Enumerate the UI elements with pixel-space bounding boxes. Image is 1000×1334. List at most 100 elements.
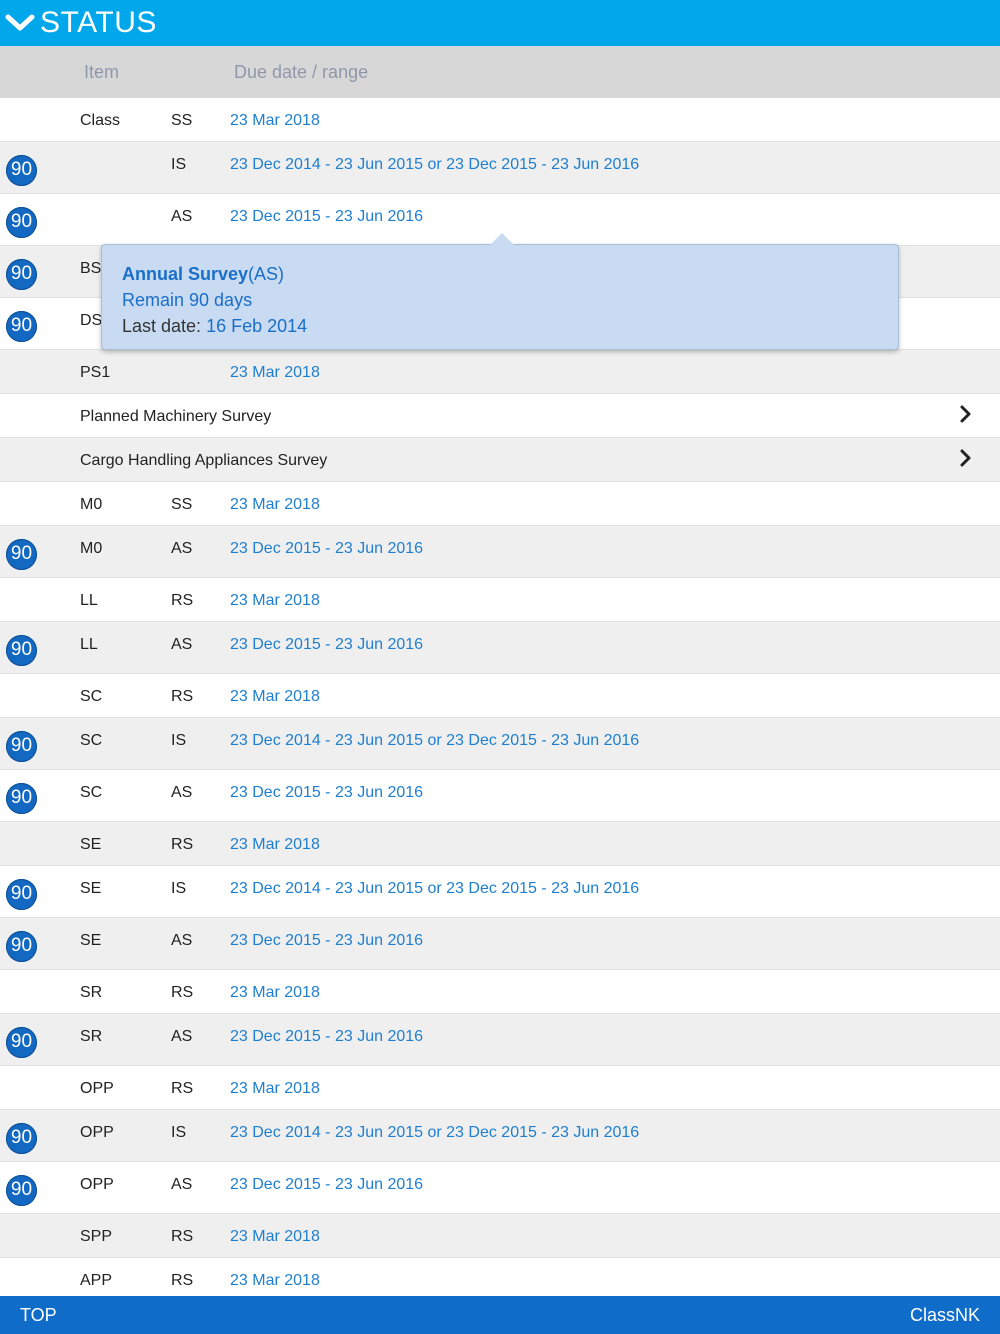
page-title: STATUS xyxy=(40,6,157,39)
tooltip-title: Annual Survey xyxy=(122,264,249,284)
days-remaining-badge[interactable]: 90 xyxy=(6,1026,37,1058)
column-due-date: Due date / range xyxy=(234,62,369,82)
table-row: 90 SC IS 23 Dec 2014 - 23 Jun 2015 or 23 De… xyxy=(0,718,1000,770)
row-item: OPP xyxy=(80,1124,114,1141)
table-row: 90 M0 AS 23 Dec 2015 - 23 Jun 2016 xyxy=(0,526,1000,578)
row-due-date: 23 Dec 2015 - 23 Jun 2016 xyxy=(230,1176,424,1193)
row-due-date: 23 Mar 2018 xyxy=(230,836,320,853)
table-row: PS1 23 Mar 2018 xyxy=(0,350,1000,394)
chevron-right-icon[interactable] xyxy=(958,448,974,473)
row-due-date: 23 Dec 2015 - 23 Jun 2016 xyxy=(230,208,424,225)
days-remaining-badge[interactable]: 90 xyxy=(6,782,37,814)
row-survey-type: RS xyxy=(171,836,194,853)
table-row[interactable]: Planned Machinery Survey xyxy=(0,394,1000,438)
tooltip-last-label: Last date: xyxy=(122,316,207,336)
tooltip-last-date: 16 Feb 2014 xyxy=(206,316,308,336)
tooltip-title-line: Annual Survey(AS) xyxy=(122,261,878,287)
row-item: PS1 xyxy=(80,364,111,381)
row-due-date: 23 Mar 2018 xyxy=(230,1272,320,1289)
row-due-date: 23 Mar 2018 xyxy=(230,688,320,705)
row-item: BS xyxy=(80,260,102,277)
row-survey-type: AS xyxy=(171,784,193,801)
row-item: SE xyxy=(80,836,102,853)
row-item: Class xyxy=(80,112,121,129)
table-row: 90 OPP IS 23 Dec 2014 - 23 Jun 2015 or 23 D… xyxy=(0,1110,1000,1162)
row-due-date: 23 Dec 2015 - 23 Jun 2016 xyxy=(230,636,424,653)
days-remaining-badge[interactable]: 90 xyxy=(6,258,37,290)
row-due-date: 23 Mar 2018 xyxy=(230,1228,320,1245)
row-due-date: 23 Dec 2015 - 23 Jun 2016 xyxy=(230,1028,424,1045)
row-survey-type: AS xyxy=(171,932,193,949)
row-survey-type: RS xyxy=(171,592,194,609)
row-item: DS xyxy=(80,312,103,329)
row-survey-type: RS xyxy=(171,688,194,705)
days-remaining-badge[interactable]: 90 xyxy=(6,1174,37,1206)
row-due-date: 23 Mar 2018 xyxy=(230,364,320,381)
table-row: LL RS 23 Mar 2018 xyxy=(0,578,1000,622)
days-remaining-badge[interactable]: 90 xyxy=(6,634,37,666)
row-survey-type: RS xyxy=(171,984,194,1001)
days-remaining-badge[interactable]: 90 xyxy=(6,206,37,238)
row-due-date: 23 Dec 2014 - 23 Jun 2015 or 23 Dec 2015… xyxy=(230,156,640,173)
row-survey-type: RS xyxy=(171,1080,194,1097)
column-item: Item xyxy=(84,62,120,82)
row-survey-type: SS xyxy=(171,112,193,129)
row-item: OPP xyxy=(80,1080,114,1097)
table-row: SPP RS 23 Mar 2018 xyxy=(0,1214,1000,1258)
row-due-date: 23 Dec 2015 - 23 Jun 2016 xyxy=(230,784,424,801)
row-item: SR xyxy=(80,1028,103,1045)
table-row: SR RS 23 Mar 2018 xyxy=(0,970,1000,1014)
row-survey-type: IS xyxy=(171,732,187,749)
row-item: OPP xyxy=(80,1176,114,1193)
tooltip-remain: Remain 90 days xyxy=(122,290,253,310)
row-item: SC xyxy=(80,688,103,705)
chevron-right-icon[interactable] xyxy=(958,404,974,429)
days-remaining-badge[interactable]: 90 xyxy=(6,154,37,186)
row-due-date: 23 Mar 2018 xyxy=(230,112,320,129)
row-survey-type: SS xyxy=(171,496,193,513)
row-survey-type: RS xyxy=(171,1228,194,1245)
row-item: LL xyxy=(80,636,98,653)
status-header[interactable]: STATUS xyxy=(0,0,1000,46)
table-row: 90 IS 23 Dec 2014 - 23 Jun 2015 or 23 Dec … xyxy=(0,142,1000,194)
table-row: M0 SS 23 Mar 2018 xyxy=(0,482,1000,526)
days-remaining-badge[interactable]: 90 xyxy=(6,730,37,762)
row-survey-type: IS xyxy=(171,880,187,897)
row-survey-type: IS xyxy=(171,1124,187,1141)
row-survey-type: AS xyxy=(171,636,193,653)
chevron-down-icon[interactable] xyxy=(0,0,40,46)
row-item: SE xyxy=(80,932,102,949)
row-item: M0 xyxy=(80,540,103,557)
row-item: M0 xyxy=(80,496,103,513)
row-item: SC xyxy=(80,784,103,801)
tooltip-title-suffix: (AS) xyxy=(248,264,285,284)
table-row: 90 SE IS 23 Dec 2014 - 23 Jun 2015 or 23 De… xyxy=(0,866,1000,918)
top-link[interactable]: TOP xyxy=(20,1305,57,1326)
row-item: SC xyxy=(80,732,103,749)
table-row: SE RS 23 Mar 2018 xyxy=(0,822,1000,866)
days-remaining-badge[interactable]: 90 xyxy=(6,1122,37,1154)
row-survey-type: AS xyxy=(171,1176,193,1193)
row-survey-type: AS xyxy=(171,1028,193,1045)
row-item: Cargo Handling Appliances Survey xyxy=(80,452,328,469)
table-row: 90 SR AS 23 Dec 2015 - 23 Jun 2016 xyxy=(0,1014,1000,1066)
row-survey-type: AS xyxy=(171,208,193,225)
row-due-date: 23 Dec 2015 - 23 Jun 2016 xyxy=(230,540,424,557)
row-due-date: 23 Mar 2018 xyxy=(230,1080,320,1097)
table-row[interactable]: Cargo Handling Appliances Survey xyxy=(0,438,1000,482)
row-due-date: 23 Mar 2018 xyxy=(230,496,320,513)
days-remaining-badge[interactable]: 90 xyxy=(6,310,37,342)
row-item: SE xyxy=(80,880,102,897)
tooltip-arrow xyxy=(490,233,514,245)
table-row: 90 OPP AS 23 Dec 2015 - 23 Jun 2016 xyxy=(0,1162,1000,1214)
row-item: LL xyxy=(80,592,98,609)
days-remaining-badge[interactable]: 90 xyxy=(6,538,37,570)
footer-bar: TOP ClassNK xyxy=(0,1296,1000,1334)
table-row: 90 SE AS 23 Dec 2015 - 23 Jun 2016 xyxy=(0,918,1000,970)
days-remaining-badge[interactable]: 90 xyxy=(6,878,37,910)
row-item: APP xyxy=(80,1272,113,1289)
row-item: SR xyxy=(80,984,103,1001)
table-row: SC RS 23 Mar 2018 xyxy=(0,674,1000,718)
row-survey-type: IS xyxy=(171,156,187,173)
days-remaining-badge[interactable]: 90 xyxy=(6,930,37,962)
